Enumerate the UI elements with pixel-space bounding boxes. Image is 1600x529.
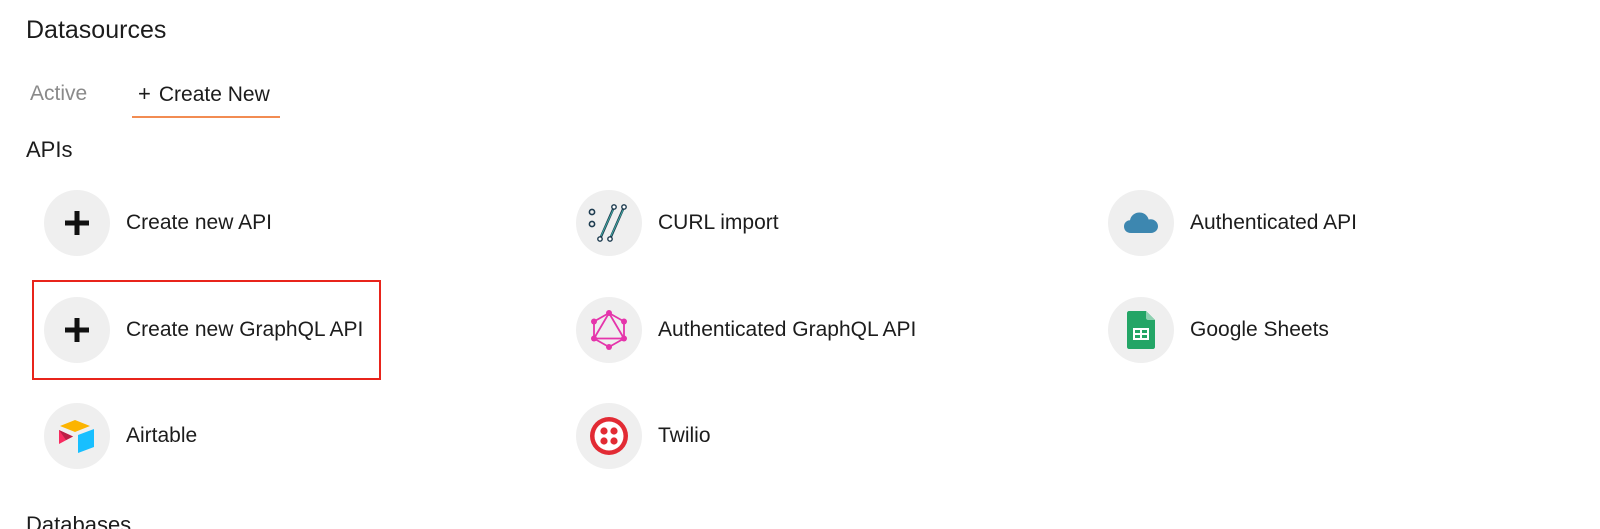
tab-active-label: Active <box>30 82 88 105</box>
card-label: Create new GraphQL API <box>126 318 364 341</box>
section-title-apis: APIs <box>26 137 73 162</box>
google-sheets-icon <box>1108 297 1174 363</box>
card-authenticated-api[interactable]: Authenticated API <box>1098 175 1600 271</box>
plus-icon: + <box>138 81 151 106</box>
tab-active[interactable]: Active <box>30 80 87 118</box>
datasource-tabs: Active + Create New <box>26 80 1586 120</box>
curl-icon <box>576 190 642 256</box>
card-label: Authenticated API <box>1190 211 1357 234</box>
airtable-icon <box>44 403 110 469</box>
card-twilio[interactable]: Twilio <box>566 388 1106 484</box>
card-label: Authenticated GraphQL API <box>658 318 917 341</box>
card-label: Google Sheets <box>1190 318 1329 341</box>
card-label: Twilio <box>658 424 711 447</box>
card-create-new-api[interactable]: Create new API <box>34 175 574 271</box>
card-label: CURL import <box>658 211 779 234</box>
section-title-databases: Databases <box>26 512 132 529</box>
plus-icon <box>44 190 110 256</box>
card-create-new-graphql-api[interactable]: Create new GraphQL API <box>32 280 381 380</box>
card-label: Create new API <box>126 211 272 234</box>
cloud-icon <box>1108 190 1174 256</box>
card-label: Airtable <box>126 424 198 447</box>
card-curl-import[interactable]: CURL import <box>566 175 1106 271</box>
card-airtable[interactable]: Airtable <box>34 388 574 484</box>
twilio-icon <box>576 403 642 469</box>
plus-icon <box>44 297 110 363</box>
graphql-icon <box>576 297 642 363</box>
tab-create-new-label: Create New <box>158 83 270 106</box>
card-authenticated-graphql-api[interactable]: Authenticated GraphQL API <box>566 282 1106 378</box>
card-google-sheets[interactable]: Google Sheets <box>1098 282 1600 378</box>
tab-create-new[interactable]: + Create New <box>132 80 280 118</box>
page-title: Datasources <box>26 16 167 44</box>
